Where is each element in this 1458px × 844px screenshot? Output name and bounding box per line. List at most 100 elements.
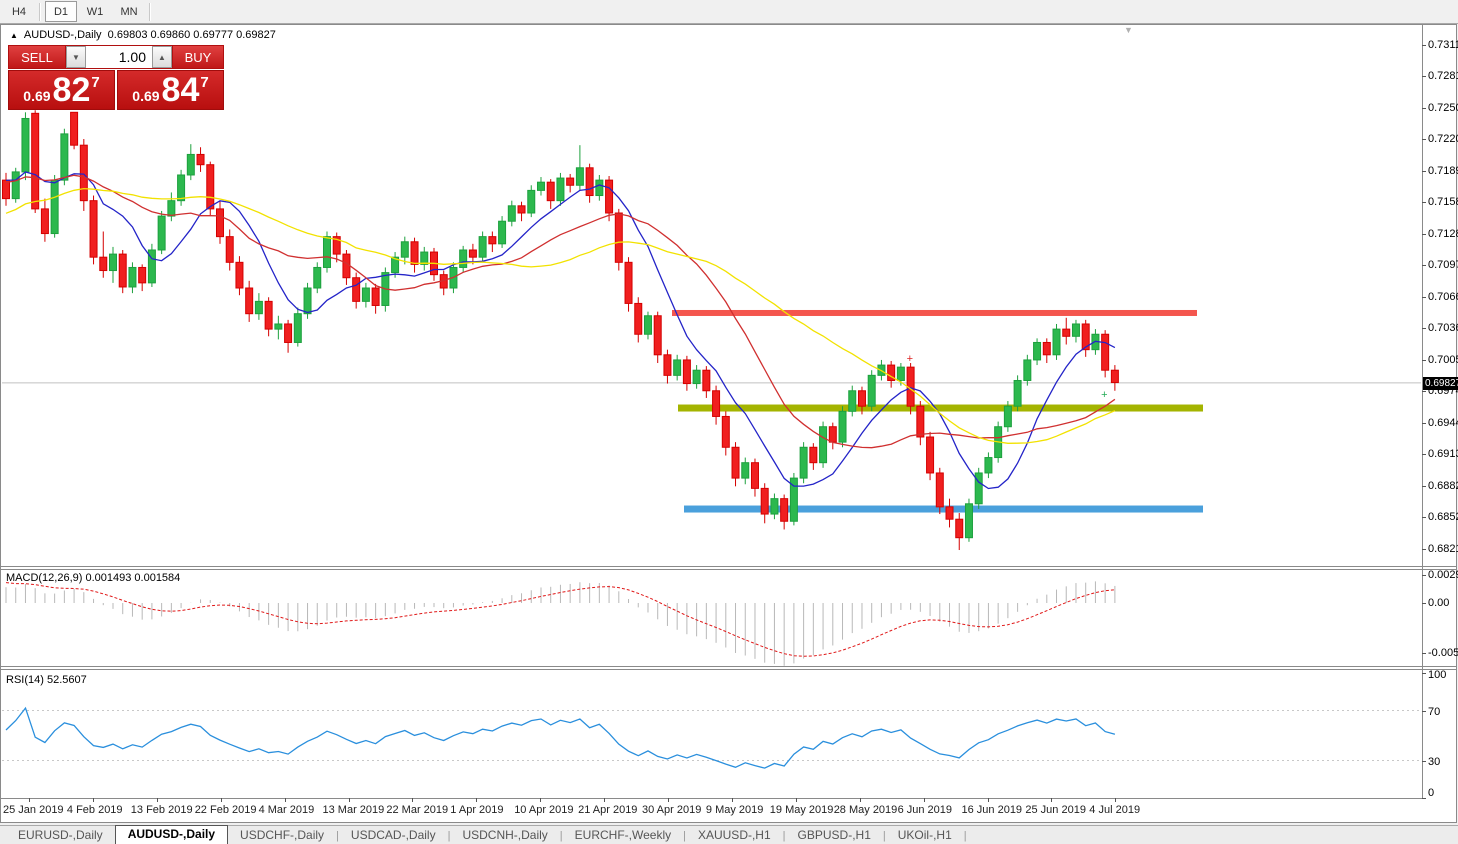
candle-body — [761, 488, 768, 514]
candle-body — [1014, 380, 1021, 406]
candle-body — [615, 213, 622, 262]
volume-decrease-button[interactable]: ▼ — [66, 46, 86, 68]
candle-body — [732, 447, 739, 478]
candle-body — [1102, 334, 1109, 370]
candle-body — [3, 180, 10, 198]
candle-body — [654, 316, 661, 355]
sell-price-panel[interactable]: 0.69 82 7 — [8, 70, 115, 110]
chart-canvas[interactable]: ++ — [0, 0, 1458, 844]
chart-shift-marker-icon[interactable]: ▼ — [1124, 25, 1133, 35]
candle-body — [1111, 370, 1118, 382]
candle-body — [936, 473, 943, 507]
candle-body — [1063, 329, 1070, 336]
mt4-window: H4D1W1MN ▲AUDUSD-,Daily 0.69803 0.69860 … — [0, 0, 1458, 844]
candle-body — [129, 267, 136, 287]
candle-body — [401, 242, 408, 257]
candle-body — [372, 288, 379, 305]
one-click-trade-widget: SELL ▼ ▲ BUY 0.69 82 7 0.69 84 7 — [8, 45, 224, 110]
candle-body — [868, 375, 875, 406]
sell-price-big: 82 — [53, 73, 91, 107]
buy-price-big: 84 — [162, 73, 200, 107]
candle-body — [596, 180, 603, 195]
candle-body — [207, 165, 214, 209]
ohlc-values: 0.69803 0.69860 0.69777 0.69827 — [108, 29, 276, 41]
candle-body — [362, 288, 369, 301]
buy-price-panel[interactable]: 0.69 84 7 — [117, 70, 224, 110]
candle-body — [722, 416, 729, 447]
candle-body — [255, 301, 262, 313]
candle-body — [635, 303, 642, 334]
candle-body — [168, 201, 175, 216]
candle-body — [742, 463, 749, 478]
ma-fast-line — [6, 172, 1115, 489]
candle-body — [664, 355, 671, 376]
candle-body — [61, 134, 68, 180]
candle-body — [460, 250, 467, 267]
volume-input[interactable] — [86, 46, 152, 68]
sell-price-sup: 7 — [91, 74, 99, 91]
candle-body — [119, 254, 126, 287]
candle-body — [304, 288, 311, 314]
candle-body — [1043, 342, 1050, 354]
pivot-line — [678, 405, 1203, 412]
candle-body — [820, 427, 827, 463]
symbol-up-triangle-icon: ▲ — [10, 31, 18, 40]
candle-body — [985, 458, 992, 473]
volume-increase-button[interactable]: ▲ — [152, 46, 172, 68]
candle-body — [178, 175, 185, 201]
candle-body — [197, 154, 204, 164]
candle-body — [109, 254, 116, 270]
candle-body — [226, 237, 233, 263]
candle-body — [32, 113, 39, 209]
candle-body — [927, 437, 934, 473]
trade-marker-icon: + — [1101, 389, 1107, 401]
candle-body — [80, 145, 87, 200]
symbol-title: AUDUSD-,Daily — [24, 29, 102, 41]
candle-body — [567, 178, 574, 185]
candle-body — [314, 267, 321, 288]
candle-body — [674, 360, 681, 375]
candle-body — [1072, 324, 1079, 336]
candle-body — [353, 278, 360, 302]
candle-body — [703, 370, 710, 391]
candle-body — [265, 301, 272, 329]
candle-body — [216, 209, 223, 237]
candle-body — [576, 168, 583, 185]
candle-body — [421, 252, 428, 264]
candle-body — [1053, 329, 1060, 355]
candle-body — [187, 154, 194, 175]
rsi-label: RSI(14) 52.5607 — [6, 674, 87, 686]
candle-body — [22, 118, 29, 171]
current-price-tag: 0.69827 — [1423, 377, 1458, 390]
buy-button[interactable]: BUY — [172, 45, 224, 69]
candle-body — [810, 447, 817, 462]
sell-button[interactable]: SELL — [8, 45, 66, 69]
candle-body — [858, 391, 865, 406]
macd-label: MACD(12,26,9) 0.001493 0.001584 — [6, 572, 180, 584]
candle-body — [479, 237, 486, 258]
candle-body — [839, 411, 846, 442]
candle-body — [1024, 360, 1031, 381]
candle-body — [275, 324, 282, 329]
candle-body — [956, 519, 963, 537]
candle-body — [411, 242, 418, 265]
candle-body — [693, 370, 700, 383]
candle-body — [751, 463, 758, 489]
candle-body — [12, 172, 19, 199]
candle-body — [100, 257, 107, 270]
candle-body — [528, 190, 535, 213]
buy-price-sup: 7 — [200, 74, 208, 91]
candle-body — [343, 254, 350, 278]
candle-body — [1004, 406, 1011, 427]
candle-body — [499, 221, 506, 244]
trade-marker-icon: + — [907, 353, 913, 365]
chart-title: ▲ AUDUSD-,Daily 0.69803 0.69860 0.69777 0… — [10, 29, 276, 41]
candle-body — [246, 288, 253, 314]
candle-body — [800, 447, 807, 478]
candle-body — [71, 112, 78, 145]
candle-body — [946, 507, 953, 519]
candle-body — [771, 499, 778, 514]
candle-body — [625, 262, 632, 303]
candle-body — [683, 360, 690, 384]
candle-body — [139, 267, 146, 282]
